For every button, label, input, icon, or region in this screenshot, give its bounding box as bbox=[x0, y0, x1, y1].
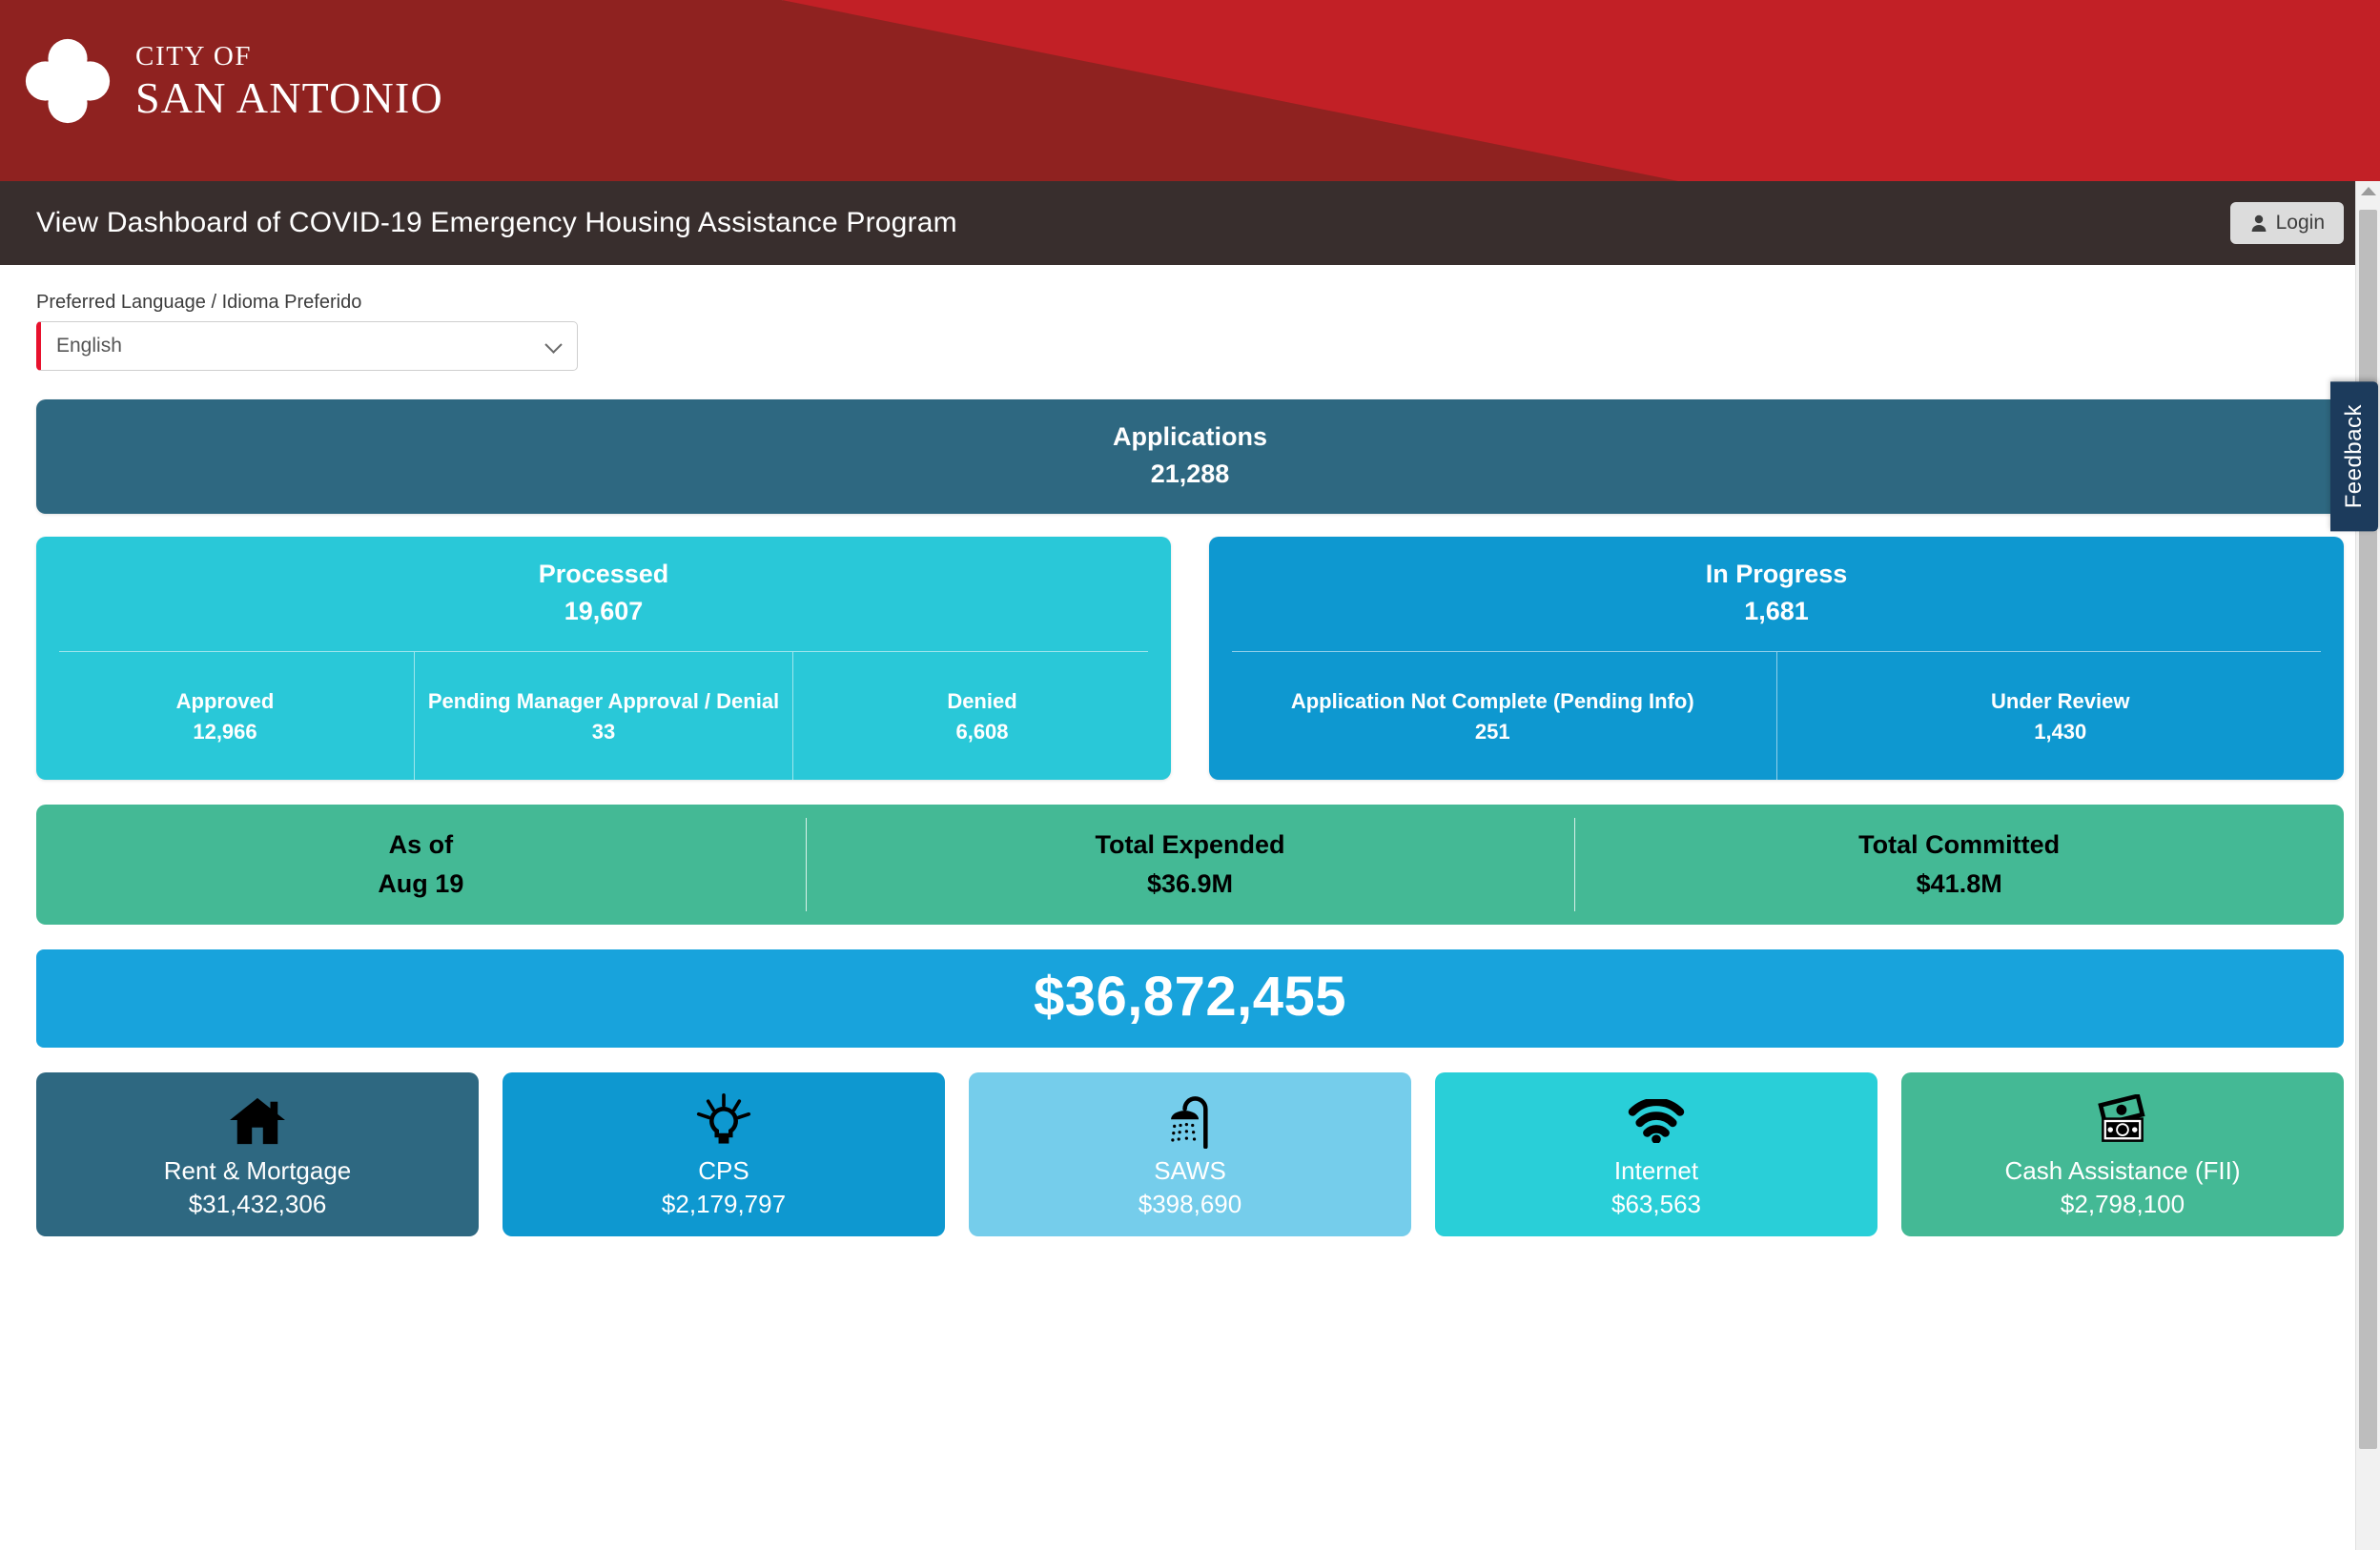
page-title: View Dashboard of COVID-19 Emergency Hou… bbox=[36, 207, 957, 238]
summary-cell-value: $36.9M bbox=[1146, 869, 1234, 898]
processed-subitem-label: Approved bbox=[175, 689, 275, 714]
processed-title: Processed bbox=[538, 560, 669, 588]
summary-cell-label: Total Expended bbox=[1095, 830, 1285, 859]
summary-cell: Total Committed $41.8M bbox=[1574, 805, 2344, 925]
in-progress-subitem: Application Not Complete (Pending Info) … bbox=[1209, 652, 1776, 780]
category-tile-label: Internet bbox=[1613, 1156, 1699, 1185]
summary-cell: Total Expended $36.9M bbox=[805, 805, 1575, 925]
processed-subitem-label: Pending Manager Approval / Denial bbox=[427, 689, 780, 714]
lightbulb-icon bbox=[696, 1091, 751, 1151]
processed-subitem: Approved 12,966 bbox=[36, 652, 414, 780]
chevron-down-icon bbox=[544, 336, 563, 354]
brand-banner: CITY OF SAN ANTONIO bbox=[0, 0, 2380, 181]
page-titlebar: View Dashboard of COVID-19 Emergency Hou… bbox=[0, 181, 2380, 265]
applications-card: Applications 21,288 bbox=[36, 399, 2344, 514]
quatrefoil-logo-icon bbox=[25, 38, 111, 124]
applications-value: 21,288 bbox=[1150, 459, 1230, 488]
in-progress-subitem-value: 1,430 bbox=[2034, 719, 2087, 744]
brand-wordmark: CITY OF SAN ANTONIO bbox=[135, 40, 443, 122]
processed-card: Processed 19,607 Approved 12,966 Pending… bbox=[36, 537, 1171, 780]
category-tile-amount: $31,432,306 bbox=[188, 1190, 327, 1218]
metric-cards: Applications 21,288 Processed 19,607 App… bbox=[36, 399, 2344, 1265]
money-icon bbox=[2093, 1091, 2152, 1151]
house-icon bbox=[228, 1091, 287, 1151]
language-select[interactable]: English bbox=[36, 321, 578, 371]
login-button-label: Login bbox=[2275, 212, 2325, 234]
category-tile-internet[interactable]: Internet $63,563 bbox=[1435, 1072, 1877, 1236]
category-tile-amount: $63,563 bbox=[1611, 1190, 1701, 1218]
language-select-value: English bbox=[56, 335, 122, 357]
user-icon bbox=[2251, 214, 2267, 232]
total-expended-bar: $36,872,455 bbox=[36, 949, 2344, 1048]
summary-cell-label: Total Committed bbox=[1858, 830, 2061, 859]
processed-subitem-value: 6,608 bbox=[955, 719, 1009, 744]
in-progress-subitem-value: 251 bbox=[1474, 719, 1510, 744]
login-button[interactable]: Login bbox=[2229, 202, 2344, 244]
dashboard-content: Preferred Language / Idioma Preferido En… bbox=[0, 265, 2380, 1265]
brand-line-1: CITY OF bbox=[135, 40, 253, 71]
language-label: Preferred Language / Idioma Preferido bbox=[36, 292, 362, 313]
funding-summary-card: As of Aug 19 Total Expended $36.9M Total… bbox=[36, 805, 2344, 925]
summary-cell-value: Aug 19 bbox=[378, 869, 464, 898]
category-tile-amount: $398,690 bbox=[1138, 1190, 1242, 1218]
brand-logo: CITY OF SAN ANTONIO bbox=[21, 34, 443, 128]
summary-cell: As of Aug 19 bbox=[36, 805, 806, 925]
scroll-up-arrow-icon[interactable] bbox=[2360, 187, 2376, 195]
in-progress-card: In Progress 1,681 Application Not Comple… bbox=[1209, 537, 2344, 780]
category-tile-label: CPS bbox=[698, 1156, 749, 1185]
applications-title: Applications bbox=[1112, 422, 1267, 451]
processed-subitem: Pending Manager Approval / Denial 33 bbox=[414, 652, 792, 780]
category-tile-saws[interactable]: SAWS $398,690 bbox=[969, 1072, 1411, 1236]
in-progress-subitem-label: Application Not Complete (Pending Info) bbox=[1290, 689, 1694, 714]
processed-subitems: Approved 12,966 Pending Manager Approval… bbox=[36, 652, 1171, 780]
total-expended-amount: $36,872,455 bbox=[1033, 966, 1347, 1028]
category-tile-label: Cash Assistance (FII) bbox=[2004, 1156, 2241, 1185]
wifi-icon bbox=[1627, 1091, 1686, 1151]
category-tile-label: Rent & Mortgage bbox=[163, 1156, 352, 1185]
in-progress-subitem-label: Under Review bbox=[1991, 689, 2130, 714]
processed-subitem: Denied 6,608 bbox=[792, 652, 1171, 780]
brand-line-2: SAN ANTONIO bbox=[135, 72, 443, 122]
shower-icon bbox=[1163, 1091, 1217, 1151]
category-tile-label: SAWS bbox=[1154, 1156, 1226, 1185]
summary-cell-label: As of bbox=[388, 830, 454, 859]
category-tile-amount: $2,798,100 bbox=[2060, 1190, 2185, 1218]
category-tile-amount: $2,179,797 bbox=[661, 1190, 787, 1218]
in-progress-value: 1,681 bbox=[1744, 597, 1809, 625]
status-panels: Processed 19,607 Approved 12,966 Pending… bbox=[36, 537, 2344, 780]
category-tile-cash-assistance[interactable]: Cash Assistance (FII) $2,798,100 bbox=[1901, 1072, 2344, 1236]
processed-value: 19,607 bbox=[564, 597, 644, 625]
processed-subitem-value: 12,966 bbox=[193, 719, 257, 744]
category-tile-rent-mortgage[interactable]: Rent & Mortgage $31,432,306 bbox=[36, 1072, 479, 1236]
feedback-tab[interactable]: Feedback bbox=[2330, 381, 2378, 532]
processed-subitem-label: Denied bbox=[947, 689, 1017, 714]
in-progress-subitems: Application Not Complete (Pending Info) … bbox=[1209, 652, 2344, 780]
processed-subitem-value: 33 bbox=[591, 719, 616, 744]
category-tile-cps[interactable]: CPS $2,179,797 bbox=[503, 1072, 945, 1236]
page-root: CITY OF SAN ANTONIO View Dashboard of CO… bbox=[0, 0, 2380, 1550]
in-progress-subitem: Under Review 1,430 bbox=[1775, 652, 2345, 780]
category-tiles: Rent & Mortgage $31,432,306 CPS $2,179,7… bbox=[36, 1072, 2344, 1265]
in-progress-title: In Progress bbox=[1705, 560, 1848, 588]
summary-cell-value: $41.8M bbox=[1916, 869, 2002, 898]
